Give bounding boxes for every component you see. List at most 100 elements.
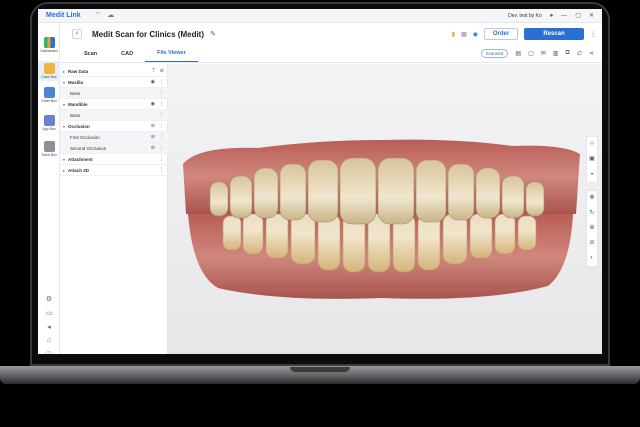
expand-icon[interactable]: ▸ [60, 168, 68, 173]
panel-row-maxilla[interactable]: ▾ Maxilla ◉ ⋮ [60, 77, 168, 88]
eye-hidden-icon[interactable]: ⊘ [151, 145, 155, 151]
rail-label: App Box [42, 127, 56, 131]
zoom-in-icon[interactable]: ⊕ [587, 221, 597, 236]
monitor-icon[interactable]: ▭ [38, 309, 60, 317]
page-title: Medit Scan for Clinics (Medit) [92, 29, 205, 39]
panel-row-first-occlusion[interactable]: First Occlusion ⊘ ⋮ [60, 132, 168, 143]
panel-row-second-occlusion[interactable]: Second Occlusion ⊘ ⋮ [60, 143, 168, 154]
panel-row-occlusion[interactable]: ▾ Occlusion ⊘ ⋮ [60, 121, 168, 132]
more-icon[interactable]: ⋮ [159, 134, 164, 140]
cloud-icon: ☁ [107, 12, 115, 19]
copy-icon[interactable]: ⧉ [565, 50, 569, 57]
collapse-icon[interactable]: ▾ [60, 80, 68, 85]
minimize-icon[interactable]: — [561, 13, 567, 19]
grid-icon[interactable]: ▦ [461, 31, 467, 38]
edit-icon[interactable]: ✎ [210, 30, 216, 38]
more-icon[interactable]: ⋮ [159, 145, 164, 151]
color-map-icon[interactable]: ◐ [587, 251, 597, 266]
mail-icon[interactable]: ✉ [541, 50, 546, 57]
rail-label: Order Box [41, 99, 57, 103]
filter-icon[interactable]: ⊤ [151, 68, 155, 74]
panel-row-attach-3d[interactable]: ▸ Attach 3D ⋮ [60, 165, 168, 176]
folder-icon [43, 63, 55, 74]
app-icon [43, 115, 55, 126]
view-toolbar-top: ⊹ ▣ ◒ [586, 136, 598, 183]
rail-label: Dashboard [40, 49, 58, 53]
app-window: Medit Link ⌔ ☁ Dev. test by Ko ● — ▢ ✕ D… [38, 9, 602, 354]
more-icon[interactable]: ⋮ [159, 79, 164, 85]
rail-item-dashboard[interactable]: Dashboard [38, 37, 60, 53]
order-button[interactable]: Order [484, 28, 518, 40]
note-icon[interactable]: ▤ [515, 50, 521, 57]
eye-hidden-icon[interactable]: ⊘ [160, 68, 164, 74]
rail-item-case-box[interactable]: Case Box [38, 61, 60, 81]
trash-icon [43, 141, 55, 152]
tab-scan[interactable]: Scan [72, 51, 109, 62]
more-icon[interactable]: ⋮ [590, 31, 596, 38]
more-icon[interactable]: ⋮ [159, 123, 164, 129]
maximize-icon[interactable]: ▢ [575, 12, 581, 19]
panel-row-mandible[interactable]: ▾ Mandible ◉ ⋮ [60, 99, 168, 110]
case-header: ‹ Medit Scan for Clinics (Medit) ✎ ▮ ▦ ◉… [60, 23, 602, 45]
left-rail: Dashboard Case Box Order Box App Box Tra… [38, 23, 60, 354]
rail-label: Trash Box [41, 153, 57, 157]
user-name: Dev. test by Ko [508, 12, 542, 19]
panel-row-maxilla-base[interactable]: Base ⋮ [60, 88, 168, 99]
comment-icon[interactable]: ▢ [528, 50, 534, 57]
close-icon[interactable]: ✕ [589, 12, 594, 19]
more-icon[interactable]: ⋮ [159, 167, 164, 173]
panel-row-attachment[interactable]: ▾ Attachment ⋮ [60, 154, 168, 165]
title-bar: Medit Link ⌔ ☁ Dev. test by Ko ● — ▢ ✕ [38, 9, 602, 23]
wifi-icon: ⌔ [94, 12, 102, 19]
attach-icon[interactable]: ∅ [577, 50, 582, 57]
back-button[interactable]: ‹ [72, 29, 82, 39]
tab-cad[interactable]: CAD [109, 51, 145, 62]
move-icon[interactable]: ✥ [587, 191, 597, 206]
rescan-button[interactable]: Rescan [524, 28, 584, 40]
user-icon[interactable]: ● [550, 13, 554, 19]
more-icon[interactable]: ⋮ [159, 156, 164, 162]
more-icon[interactable]: ⋮ [159, 101, 164, 107]
eye-icon[interactable]: ◉ [473, 31, 478, 38]
collapse-icon[interactable]: ▾ [60, 124, 68, 129]
more-icon[interactable]: ⋮ [159, 112, 164, 118]
panel-row-raw-data[interactable]: ▸ Raw Data ⊤ ⊘ [60, 66, 168, 77]
frame-icon[interactable]: ▣ [587, 152, 597, 167]
eye-hidden-icon[interactable]: ⊘ [151, 123, 155, 129]
eye-icon[interactable]: ◉ [151, 101, 155, 107]
zoom-out-icon[interactable]: ⊖ [587, 236, 597, 251]
eye-hidden-icon[interactable]: ⊘ [151, 134, 155, 140]
dental-model[interactable] [168, 64, 602, 354]
settings-icon[interactable]: ⚙ [38, 295, 60, 303]
laptop-notch [290, 367, 350, 372]
data-panel: ▸ Raw Data ⊤ ⊘ ▾ Maxilla ◉ ⋮ Base ⋮ ▾ Ma… [60, 64, 168, 354]
collapse-icon[interactable]: ▾ [60, 157, 68, 162]
rail-item-order-box[interactable]: Order Box [38, 87, 60, 103]
color-bar-icon[interactable]: ▮ [452, 31, 455, 38]
panel-row-mandible-base[interactable]: Base ⋮ [60, 110, 168, 121]
3d-viewport[interactable]: ⊹ ▣ ◒ ✥ ↻ ⊕ ⊖ ◐ [168, 64, 602, 354]
fit-view-icon[interactable]: ⊹ [587, 137, 597, 152]
scanned-badge[interactable]: Scanned [480, 49, 509, 58]
share-icon[interactable]: ⋖ [589, 50, 594, 57]
home-icon[interactable]: ⌂ [38, 337, 60, 344]
rail-item-trash-box[interactable]: Trash Box [38, 141, 60, 157]
info-icon[interactable]: ⓘ [38, 350, 60, 354]
more-icon[interactable]: ⋮ [159, 90, 164, 96]
order-icon [43, 87, 55, 98]
rail-label: Case Box [41, 75, 57, 79]
collapse-icon[interactable]: ▾ [60, 102, 68, 107]
shade-icon[interactable]: ◒ [587, 167, 597, 182]
chart-icon [43, 37, 55, 48]
rail-item-app-box[interactable]: App Box [38, 115, 60, 131]
delete-icon[interactable]: ▥ [553, 50, 559, 57]
announce-icon[interactable]: ◂ [38, 323, 60, 331]
eye-icon[interactable]: ◉ [151, 79, 155, 85]
rotate-icon[interactable]: ↻ [587, 206, 597, 221]
app-brand: Medit Link [46, 12, 81, 19]
laptop-frame: Medit Link ⌔ ☁ Dev. test by Ko ● — ▢ ✕ D… [0, 0, 640, 427]
view-toolbar-bottom: ✥ ↻ ⊕ ⊖ ◐ [586, 190, 598, 267]
expand-icon[interactable]: ▸ [60, 69, 68, 74]
tab-bar: Scan CAD File Viewer Scanned ▤ ▢ ✉ ▥ ⧉ ∅… [60, 45, 602, 63]
tab-file-viewer[interactable]: File Viewer [145, 50, 198, 62]
